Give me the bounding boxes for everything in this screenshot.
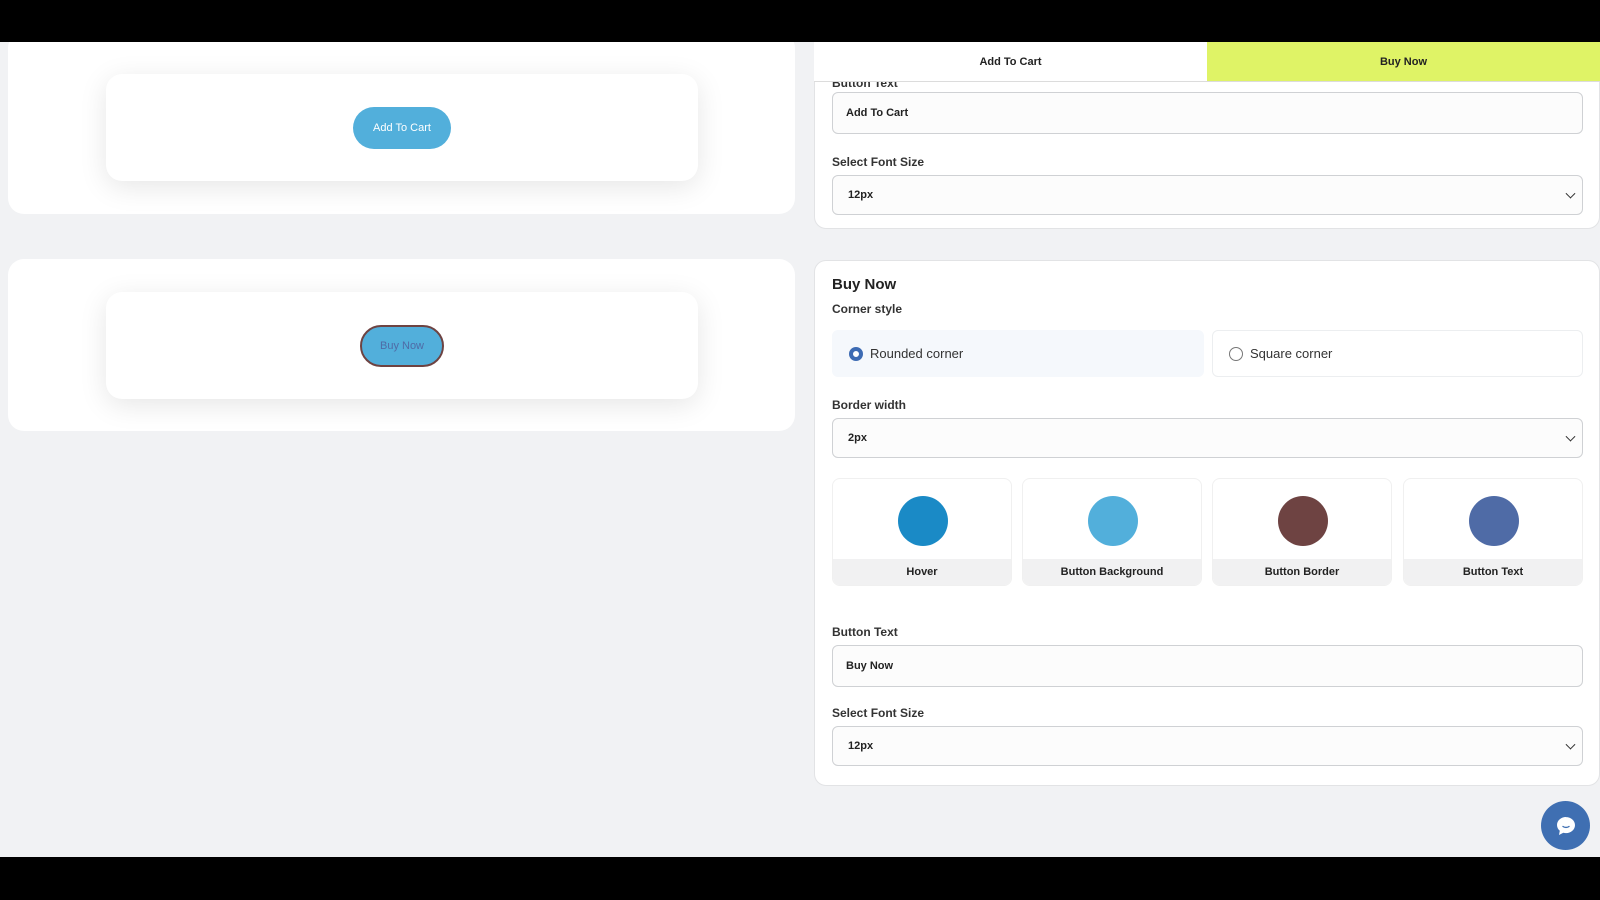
chevron-down-icon bbox=[1565, 739, 1576, 750]
tab-add-to-cart[interactable]: Add To Cart bbox=[814, 42, 1207, 81]
button-border-color-circle bbox=[1278, 496, 1328, 546]
buy-now-button-text-input[interactable]: Buy Now bbox=[832, 645, 1583, 687]
buy-now-preview-card: Buy Now bbox=[8, 259, 795, 431]
color-swatch-button-border[interactable]: Button Border bbox=[1212, 478, 1392, 586]
radio-rounded-corner-label: Rounded corner bbox=[870, 346, 964, 361]
add-to-cart-preview-box: Add To Cart bbox=[106, 74, 698, 181]
buy-now-font-size-select[interactable]: 12px bbox=[832, 726, 1583, 766]
radio-rounded-corner[interactable]: Rounded corner bbox=[832, 330, 1204, 377]
bottom-black-bar bbox=[0, 857, 1600, 900]
settings-tabs: Add To Cart Buy Now bbox=[814, 42, 1600, 82]
button-border-color-label: Button Border bbox=[1213, 559, 1391, 585]
buy-now-section-title: Buy Now bbox=[832, 276, 897, 293]
radio-unchecked-icon bbox=[1229, 346, 1243, 361]
add-to-cart-font-size-select[interactable]: 12px bbox=[832, 175, 1583, 215]
radio-checked-icon bbox=[849, 346, 863, 361]
radio-square-corner-label: Square corner bbox=[1250, 346, 1333, 361]
top-black-bar bbox=[0, 0, 1600, 42]
add-to-cart-font-size-label: Select Font Size bbox=[832, 155, 925, 169]
border-width-label: Border width bbox=[832, 398, 906, 412]
color-swatch-button-background[interactable]: Button Background bbox=[1022, 478, 1202, 586]
hover-color-circle bbox=[898, 496, 948, 546]
button-text-color-label: Button Text bbox=[1404, 559, 1582, 585]
radio-square-corner[interactable]: Square corner bbox=[1212, 330, 1583, 377]
chevron-down-icon bbox=[1565, 188, 1576, 199]
add-to-cart-preview-card: Add To Cart bbox=[8, 42, 795, 214]
color-swatch-hover[interactable]: Hover bbox=[832, 478, 1012, 586]
buy-now-font-size-value: 12px bbox=[848, 740, 874, 752]
chevron-down-icon bbox=[1565, 431, 1576, 442]
border-width-select[interactable]: 2px bbox=[832, 418, 1583, 458]
buy-now-button-text-value: Buy Now bbox=[846, 660, 894, 672]
add-to-cart-font-size-value: 12px bbox=[848, 189, 874, 201]
button-text-color-circle bbox=[1469, 496, 1519, 546]
corner-style-label: Corner style bbox=[832, 302, 903, 316]
button-background-color-circle bbox=[1088, 496, 1138, 546]
buy-now-button-text-label: Button Text bbox=[832, 625, 898, 639]
button-background-color-label: Button Background bbox=[1023, 559, 1201, 585]
chat-bubble-icon bbox=[1556, 816, 1575, 835]
add-to-cart-button-text-value: Add To Cart bbox=[846, 107, 909, 119]
buy-now-preview-button[interactable]: Buy Now bbox=[360, 324, 444, 367]
chat-widget-button[interactable] bbox=[1541, 801, 1590, 850]
add-to-cart-button-text-input[interactable]: Add To Cart bbox=[832, 92, 1583, 134]
buy-now-font-size-label: Select Font Size bbox=[832, 706, 925, 720]
border-width-value: 2px bbox=[848, 432, 867, 444]
page-viewport: Add To Cart Buy Now Button Text Add To C… bbox=[0, 42, 1600, 857]
color-swatch-button-text[interactable]: Button Text bbox=[1403, 478, 1583, 586]
tab-buy-now[interactable]: Buy Now bbox=[1207, 42, 1600, 81]
hover-color-label: Hover bbox=[833, 559, 1011, 585]
add-to-cart-preview-button[interactable]: Add To Cart bbox=[353, 106, 451, 149]
buy-now-preview-box: Buy Now bbox=[106, 292, 698, 399]
